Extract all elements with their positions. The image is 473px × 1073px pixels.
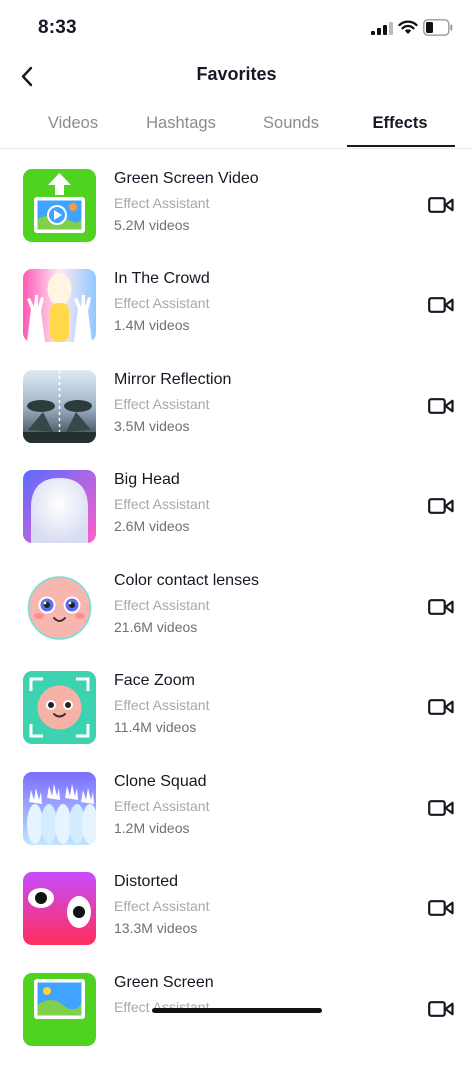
- effect-video-count: 21.6M videos: [114, 619, 198, 635]
- effect-author: Effect Assistant: [114, 496, 210, 512]
- effect-video-count: 3.5M videos: [114, 418, 190, 434]
- color-contact-lenses-thumbnail: [23, 571, 96, 644]
- page-title: Favorites: [196, 64, 277, 84]
- video-camera-icon[interactable]: [428, 1000, 454, 1018]
- clone-squad-thumbnail: [23, 772, 96, 845]
- distorted-thumbnail: [23, 872, 96, 945]
- effect-name: Distorted: [114, 873, 179, 890]
- effect-name: Mirror Reflection: [114, 371, 232, 388]
- effect-author: Effect Assistant: [114, 195, 210, 211]
- effect-name: Clone Squad: [114, 773, 207, 790]
- effect-name: Green Screen: [114, 974, 214, 991]
- video-camera-icon[interactable]: [428, 196, 454, 214]
- mirror-reflection-thumbnail: [23, 370, 96, 443]
- effect-item-in-the-crowd[interactable]: In The Crowd Effect Assistant 1.4M video…: [0, 269, 473, 369]
- effect-item-clone-squad[interactable]: Clone Squad Effect Assistant 1.2M videos: [0, 772, 473, 872]
- effect-item-color-contact-lenses[interactable]: Color contact lenses Effect Assistant 21…: [0, 571, 473, 671]
- effect-item-mirror-reflection[interactable]: Mirror Reflection Effect Assistant 3.5M …: [0, 370, 473, 470]
- effect-item-green-screen[interactable]: Green Screen Effect Assistant: [0, 973, 473, 1073]
- video-camera-icon[interactable]: [428, 799, 454, 817]
- face-zoom-thumbnail: [23, 671, 96, 744]
- effect-item-green-screen-video[interactable]: Green Screen Video Effect Assistant 5.2M…: [0, 169, 473, 269]
- effect-video-count: 11.4M videos: [114, 719, 197, 735]
- effect-item-face-zoom[interactable]: Face Zoom Effect Assistant 11.4M videos: [0, 671, 473, 771]
- effect-video-count: 5.2M videos: [114, 217, 190, 233]
- effect-video-count: 1.4M videos: [114, 317, 190, 333]
- effect-name: Face Zoom: [114, 672, 195, 689]
- battery-icon: [423, 19, 453, 36]
- effect-author: Effect Assistant: [114, 798, 210, 814]
- tab-hashtags[interactable]: Hashtags: [131, 114, 231, 133]
- tab-effects[interactable]: Effects: [350, 114, 450, 133]
- effect-video-count: 13.3M videos: [114, 920, 198, 936]
- effect-author: Effect Assistant: [114, 295, 210, 311]
- home-indicator[interactable]: [152, 1008, 322, 1013]
- status-time: 8:33: [38, 17, 77, 38]
- video-camera-icon[interactable]: [428, 598, 454, 616]
- video-camera-icon[interactable]: [428, 899, 454, 917]
- effect-name: Green Screen Video: [114, 170, 259, 187]
- big-head-thumbnail: [23, 470, 96, 543]
- effect-name: In The Crowd: [114, 270, 210, 287]
- active-tab-indicator: [347, 145, 455, 147]
- video-camera-icon[interactable]: [428, 698, 454, 716]
- tab-videos[interactable]: Videos: [23, 114, 123, 133]
- effect-author: Effect Assistant: [114, 597, 210, 613]
- wifi-icon: [398, 20, 418, 34]
- nav-header: Favorites: [0, 56, 473, 96]
- green-screen-video-thumbnail: [23, 169, 96, 242]
- effect-name: Color contact lenses: [114, 572, 259, 589]
- effect-video-count: 2.6M videos: [114, 518, 190, 534]
- cellular-signal-icon: [371, 22, 393, 35]
- effect-item-big-head[interactable]: Big Head Effect Assistant 2.6M videos: [0, 470, 473, 570]
- effect-author: Effect Assistant: [114, 898, 210, 914]
- effect-author: Effect Assistant: [114, 697, 210, 713]
- tab-bar: Videos Hashtags Sounds Effects: [0, 106, 473, 149]
- effect-author: Effect Assistant: [114, 396, 210, 412]
- tab-sounds[interactable]: Sounds: [241, 114, 341, 133]
- effect-video-count: 1.2M videos: [114, 820, 190, 836]
- video-camera-icon[interactable]: [428, 497, 454, 515]
- effect-item-distorted[interactable]: Distorted Effect Assistant 13.3M videos: [0, 872, 473, 972]
- in-the-crowd-thumbnail: [23, 269, 96, 342]
- effect-name: Big Head: [114, 471, 180, 488]
- green-screen-thumbnail: [23, 973, 96, 1046]
- video-camera-icon[interactable]: [428, 397, 454, 415]
- video-camera-icon[interactable]: [428, 296, 454, 314]
- status-bar: 8:33: [0, 0, 473, 56]
